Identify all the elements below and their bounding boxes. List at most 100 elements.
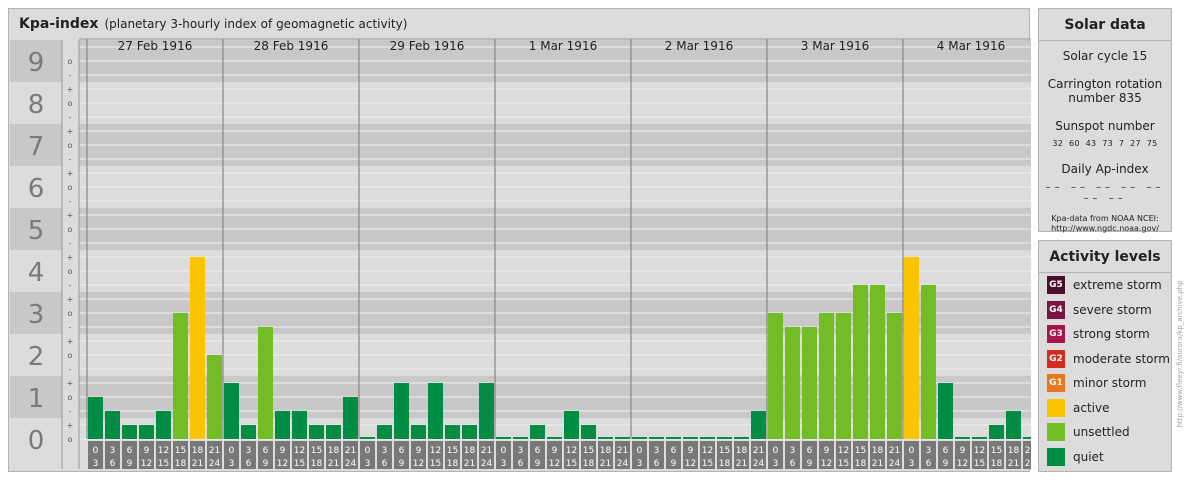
kp-bar <box>700 437 715 439</box>
kp-bar <box>122 425 137 439</box>
solar-data-panel: Solar data Solar cycle 15 Carrington rot… <box>1038 8 1172 234</box>
interval-end: 18 <box>855 459 867 469</box>
kp-bar <box>649 437 664 439</box>
kp-bar <box>479 383 494 439</box>
kp-bar <box>394 383 409 439</box>
interval-end: 18 <box>175 459 187 469</box>
interval-start: 12 <box>974 446 985 456</box>
sunspot-values: 32 60 43 73 7 27 75 <box>1052 139 1158 148</box>
interval-start: 0 <box>93 446 99 456</box>
kp-bar <box>428 383 443 439</box>
interval-start: 12 <box>158 446 169 456</box>
day-label: 1 Mar 1916 <box>529 39 597 53</box>
interval-end: 9 <box>807 459 813 469</box>
legend-item-unsettled: unsettled <box>1047 422 1130 442</box>
y-sub-tick: + <box>67 295 74 304</box>
kp-bar <box>785 326 800 439</box>
y-tick-label: 8 <box>28 90 45 120</box>
interval-end: 21 <box>872 459 883 469</box>
kp-bar <box>564 410 579 439</box>
kp-bar <box>377 425 392 439</box>
interval-end: 15 <box>974 459 985 469</box>
interval-end: 18 <box>447 459 459 469</box>
interval-start: 21 <box>617 446 628 456</box>
y-sub-tick: - <box>69 239 72 248</box>
legend-swatch <box>1047 423 1065 441</box>
interval-start: 21 <box>889 446 900 456</box>
interval-start: 0 <box>365 446 371 456</box>
interval-start: 3 <box>110 446 116 456</box>
kp-bar <box>989 425 1004 439</box>
interval-start: 12 <box>702 446 713 456</box>
legend-label: active <box>1073 400 1110 415</box>
legend-item-extreme-storm: G5 extreme storm <box>1047 275 1162 295</box>
activity-levels-title: Activity levels <box>1039 241 1171 273</box>
interval-start: 9 <box>280 446 286 456</box>
legend-label: extreme storm <box>1073 278 1162 292</box>
kp-bar <box>190 257 205 439</box>
source-url-vertical: http://www.fleeyr.fi/aurora/kp_archive.p… <box>1176 240 1184 472</box>
legend-swatch: G2 <box>1047 349 1065 368</box>
credit-url[interactable]: http://www.ngdc.noaa.gov/ <box>1039 224 1171 234</box>
interval-end: 12 <box>141 459 152 469</box>
interval-end: 15 <box>838 459 849 469</box>
interval-end: 12 <box>277 459 288 469</box>
interval-start: 3 <box>382 446 388 456</box>
kp-bar <box>1006 410 1021 439</box>
interval-start: 9 <box>824 446 830 456</box>
interval-end: 6 <box>246 459 252 469</box>
y-sub-tick: + <box>67 421 74 430</box>
source-url-text[interactable]: http://www.fleeyr.fi/aurora/kp_archive.p… <box>1176 240 1184 468</box>
kp-bar <box>156 410 171 439</box>
y-tick-label: 5 <box>28 216 45 246</box>
carrington-line-1: Carrington rotation <box>1047 77 1163 91</box>
interval-start: 18 <box>464 446 476 456</box>
interval-end: 9 <box>535 459 541 469</box>
interval-end: 21 <box>600 459 611 469</box>
interval-end: 18 <box>583 459 595 469</box>
y-sub-tick: o <box>68 351 73 360</box>
interval-end: 6 <box>926 459 932 469</box>
y-sub-tick: o <box>68 309 73 318</box>
interval-end: 18 <box>991 459 1003 469</box>
kp-bar <box>360 437 375 439</box>
kp-bar <box>445 425 460 439</box>
interval-start: 6 <box>263 446 269 456</box>
y-sub-tick: + <box>67 253 74 262</box>
legend-item-active: active <box>1047 398 1109 418</box>
interval-start: 18 <box>192 446 204 456</box>
legend-swatch: G1 <box>1047 374 1065 392</box>
interval-start: 0 <box>909 446 915 456</box>
interval-end: 24 <box>481 459 493 469</box>
interval-start: 15 <box>311 446 322 456</box>
y-sub-tick: o <box>68 225 73 234</box>
interval-end: 6 <box>110 459 116 469</box>
interval-end: 9 <box>263 459 269 469</box>
day-label: 3 Mar 1916 <box>801 39 869 53</box>
kp-bar <box>887 313 902 439</box>
day-label: 2 Mar 1916 <box>665 39 733 53</box>
kp-bar <box>921 284 936 439</box>
y-tick-label: 4 <box>28 258 45 288</box>
y-tick-label: 7 <box>28 132 45 162</box>
y-sub-tick: - <box>69 407 72 416</box>
interval-end: 24 <box>1025 459 1031 469</box>
interval-start: 0 <box>501 446 507 456</box>
kp-bar <box>309 425 324 439</box>
interval-end: 9 <box>127 459 133 469</box>
interval-end: 3 <box>93 459 99 469</box>
kp-bar <box>615 437 630 439</box>
kp-bar <box>343 397 358 439</box>
interval-end: 3 <box>773 459 779 469</box>
interval-end: 21 <box>328 459 339 469</box>
ap-index-label: Daily Ap-index <box>1061 162 1149 176</box>
interval-end: 12 <box>549 459 560 469</box>
carrington-line-2: number 835 <box>1068 91 1142 105</box>
interval-start: 3 <box>246 446 252 456</box>
kp-bar <box>904 257 919 439</box>
interval-end: 9 <box>671 459 677 469</box>
y-tick-label: 0 <box>28 426 45 456</box>
interval-end: 24 <box>753 459 765 469</box>
y-sub-tick: + <box>67 127 74 136</box>
legend-item-moderate-storm: G2 moderate storm <box>1047 349 1170 369</box>
